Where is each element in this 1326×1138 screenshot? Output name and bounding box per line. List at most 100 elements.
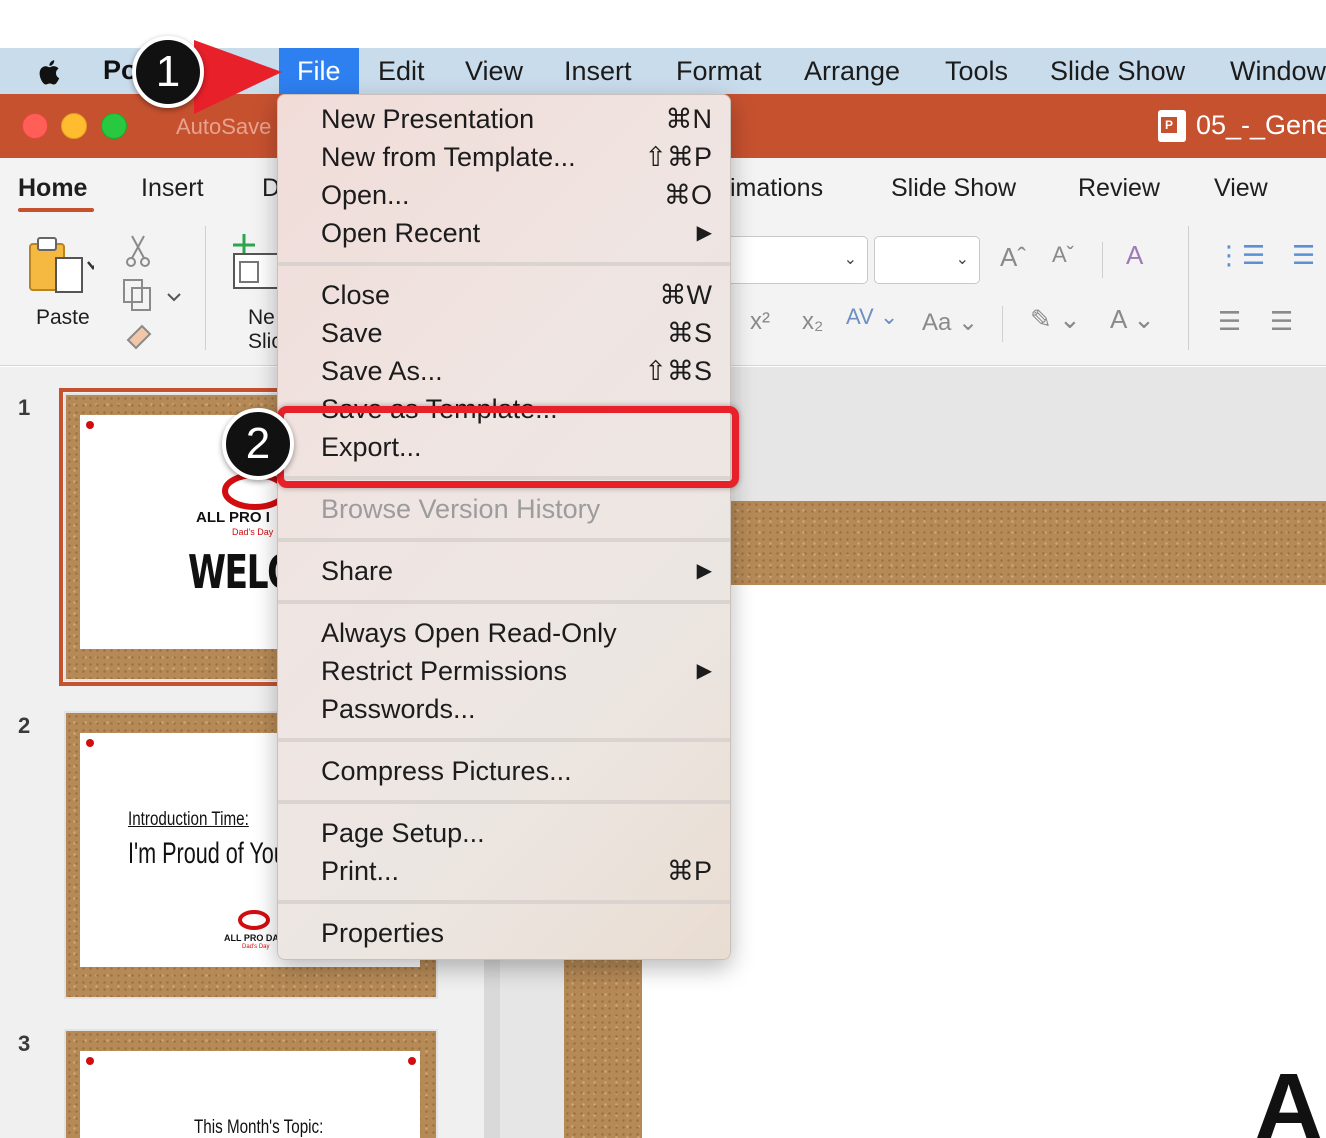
menu-item-page-setup[interactable]: Page Setup... bbox=[321, 814, 716, 852]
tab-view[interactable]: View bbox=[1214, 174, 1268, 203]
subscript-icon[interactable]: x₂ bbox=[802, 308, 823, 336]
paste-label: Paste bbox=[36, 306, 90, 329]
slide-thumbnail-3[interactable]: This Month's Topic: bbox=[64, 1029, 438, 1138]
menu-item-properties[interactable]: Properties bbox=[321, 914, 716, 952]
menu-arrange[interactable]: Arrange bbox=[786, 48, 918, 94]
menu-item-share[interactable]: Share ▶ bbox=[321, 552, 716, 590]
menu-window[interactable]: Window bbox=[1212, 48, 1326, 94]
powerpoint-doc-icon: P bbox=[1158, 110, 1186, 142]
menu-item-open-recent[interactable]: Open Recent ▶ bbox=[321, 214, 716, 252]
align-center-icon[interactable]: ☰ bbox=[1270, 306, 1293, 337]
menu-item-save-as[interactable]: Save As... ⇧⌘S bbox=[321, 352, 716, 390]
all-pro-dad-logo bbox=[238, 910, 270, 930]
clipboard-tools-icons bbox=[123, 235, 181, 350]
superscript-icon[interactable]: x² bbox=[750, 308, 770, 336]
menu-separator bbox=[278, 262, 730, 266]
slide-subtitle: Introduction Time: bbox=[128, 809, 249, 830]
menu-separator bbox=[278, 600, 730, 604]
menu-view[interactable]: View bbox=[447, 48, 541, 94]
tab-home[interactable]: Home bbox=[18, 174, 87, 203]
menu-item-label: Open Recent bbox=[321, 218, 481, 248]
menu-edit[interactable]: Edit bbox=[360, 48, 443, 94]
menu-item-new-presentation[interactable]: New Presentation ⌘N bbox=[321, 100, 716, 138]
slide-number: 3 bbox=[18, 1031, 31, 1056]
menu-item-close[interactable]: Close ⌘W bbox=[321, 276, 716, 314]
slide-number: 1 bbox=[18, 395, 31, 420]
menu-item-label: Page Setup... bbox=[321, 818, 485, 848]
ribbon-separator bbox=[1102, 242, 1103, 278]
menu-item-label: Restrict Permissions bbox=[321, 656, 568, 686]
slide-title: I'm Proud of You bbox=[128, 837, 286, 870]
menu-slide-show[interactable]: Slide Show bbox=[1032, 48, 1203, 94]
menu-item-compress-pictures[interactable]: Compress Pictures... bbox=[321, 752, 716, 790]
menu-shortcut: ⇧⌘P bbox=[644, 142, 712, 172]
decrease-font-size-icon[interactable]: Aˇ bbox=[1052, 242, 1074, 268]
tab-slide-show[interactable]: Slide Show bbox=[891, 174, 1016, 203]
menu-item-label: Print... bbox=[321, 856, 400, 886]
ribbon-separator bbox=[1002, 306, 1003, 342]
menu-insert[interactable]: Insert bbox=[546, 48, 650, 94]
submenu-arrow-icon: ▶ bbox=[696, 222, 712, 244]
close-window-button[interactable] bbox=[22, 113, 48, 139]
menu-separator bbox=[278, 538, 730, 542]
menu-file[interactable]: File bbox=[279, 48, 359, 94]
red-arrow-icon bbox=[194, 40, 282, 114]
pin-icon bbox=[86, 739, 94, 747]
tab-insert[interactable]: Insert bbox=[141, 174, 204, 203]
new-slide-icon[interactable] bbox=[226, 232, 282, 292]
brand-tagline: Dad's Day bbox=[242, 944, 270, 950]
menu-separator bbox=[278, 900, 730, 904]
pin-icon bbox=[408, 1057, 416, 1065]
menu-shortcut: ⌘P bbox=[666, 856, 712, 886]
chevron-down-icon: ⌄ bbox=[955, 251, 969, 268]
menu-item-label: Browse Version History bbox=[321, 494, 601, 524]
menu-item-always-open-read-only[interactable]: Always Open Read-Only bbox=[321, 614, 716, 652]
submenu-arrow-icon: ▶ bbox=[696, 560, 712, 582]
menu-shortcut: ⌘S bbox=[666, 318, 712, 348]
pin-icon bbox=[86, 421, 94, 429]
align-left-icon[interactable]: ☰ bbox=[1218, 306, 1241, 337]
main-slide-title-partial: Al bbox=[1254, 1054, 1326, 1138]
document-title: 05_-_Gene bbox=[1196, 110, 1326, 140]
menu-shortcut: ⌘W bbox=[659, 280, 712, 310]
brand-tagline: Dad's Day bbox=[232, 527, 274, 537]
tab-review[interactable]: Review bbox=[1078, 174, 1160, 203]
menu-item-label: Passwords... bbox=[321, 694, 476, 724]
font-size-dropdown[interactable]: ⌄ bbox=[874, 236, 980, 284]
menu-item-open[interactable]: Open... ⌘O bbox=[321, 176, 716, 214]
step-2-badge: 2 bbox=[222, 408, 294, 480]
menu-item-restrict-permissions[interactable]: Restrict Permissions ▶ bbox=[321, 652, 716, 690]
menu-shortcut: ⌘N bbox=[665, 104, 713, 134]
slide-card: This Month's Topic: bbox=[80, 1051, 420, 1138]
brand-text: ALL PRO I bbox=[196, 509, 270, 526]
ribbon-separator bbox=[205, 226, 206, 350]
font-color-icon[interactable]: A ⌄ bbox=[1110, 304, 1155, 335]
menu-item-label: Save bbox=[321, 318, 383, 348]
character-spacing-icon[interactable]: AV ⌄ bbox=[846, 304, 898, 330]
menu-item-label: Close bbox=[321, 280, 391, 310]
highlight-pen-icon[interactable]: ✎ ⌄ bbox=[1030, 304, 1081, 335]
tab-animations[interactable]: imations bbox=[730, 174, 823, 203]
bullets-icon[interactable]: ⋮☰ bbox=[1216, 240, 1265, 271]
change-case-icon[interactable]: Aa ⌄ bbox=[922, 308, 978, 337]
paste-icon[interactable] bbox=[28, 236, 94, 296]
numbering-icon[interactable]: ☰ bbox=[1292, 240, 1315, 271]
apple-menu-icon[interactable] bbox=[34, 56, 66, 88]
minimize-window-button[interactable] bbox=[61, 113, 87, 139]
ribbon-separator bbox=[1188, 226, 1189, 350]
menu-tools[interactable]: Tools bbox=[927, 48, 1026, 94]
menu-item-new-from-template[interactable]: New from Template... ⇧⌘P bbox=[321, 138, 716, 176]
tab-home-underline bbox=[18, 208, 94, 212]
menu-separator bbox=[278, 800, 730, 804]
increase-font-size-icon[interactable]: Aˆ bbox=[1000, 242, 1026, 273]
menu-item-browse-version-history: Browse Version History bbox=[321, 490, 716, 528]
clear-formatting-icon[interactable]: A bbox=[1126, 240, 1143, 271]
menu-item-print[interactable]: Print... ⌘P bbox=[321, 852, 716, 890]
file-menu-dropdown: New Presentation ⌘N New from Template... ⇧… bbox=[277, 94, 731, 960]
menu-item-save[interactable]: Save ⌘S bbox=[321, 314, 716, 352]
pin-icon bbox=[86, 1057, 94, 1065]
menu-format[interactable]: Format bbox=[658, 48, 780, 94]
menu-item-passwords[interactable]: Passwords... bbox=[321, 690, 716, 728]
zoom-window-button[interactable] bbox=[101, 113, 127, 139]
menu-item-label: Compress Pictures... bbox=[321, 756, 572, 786]
